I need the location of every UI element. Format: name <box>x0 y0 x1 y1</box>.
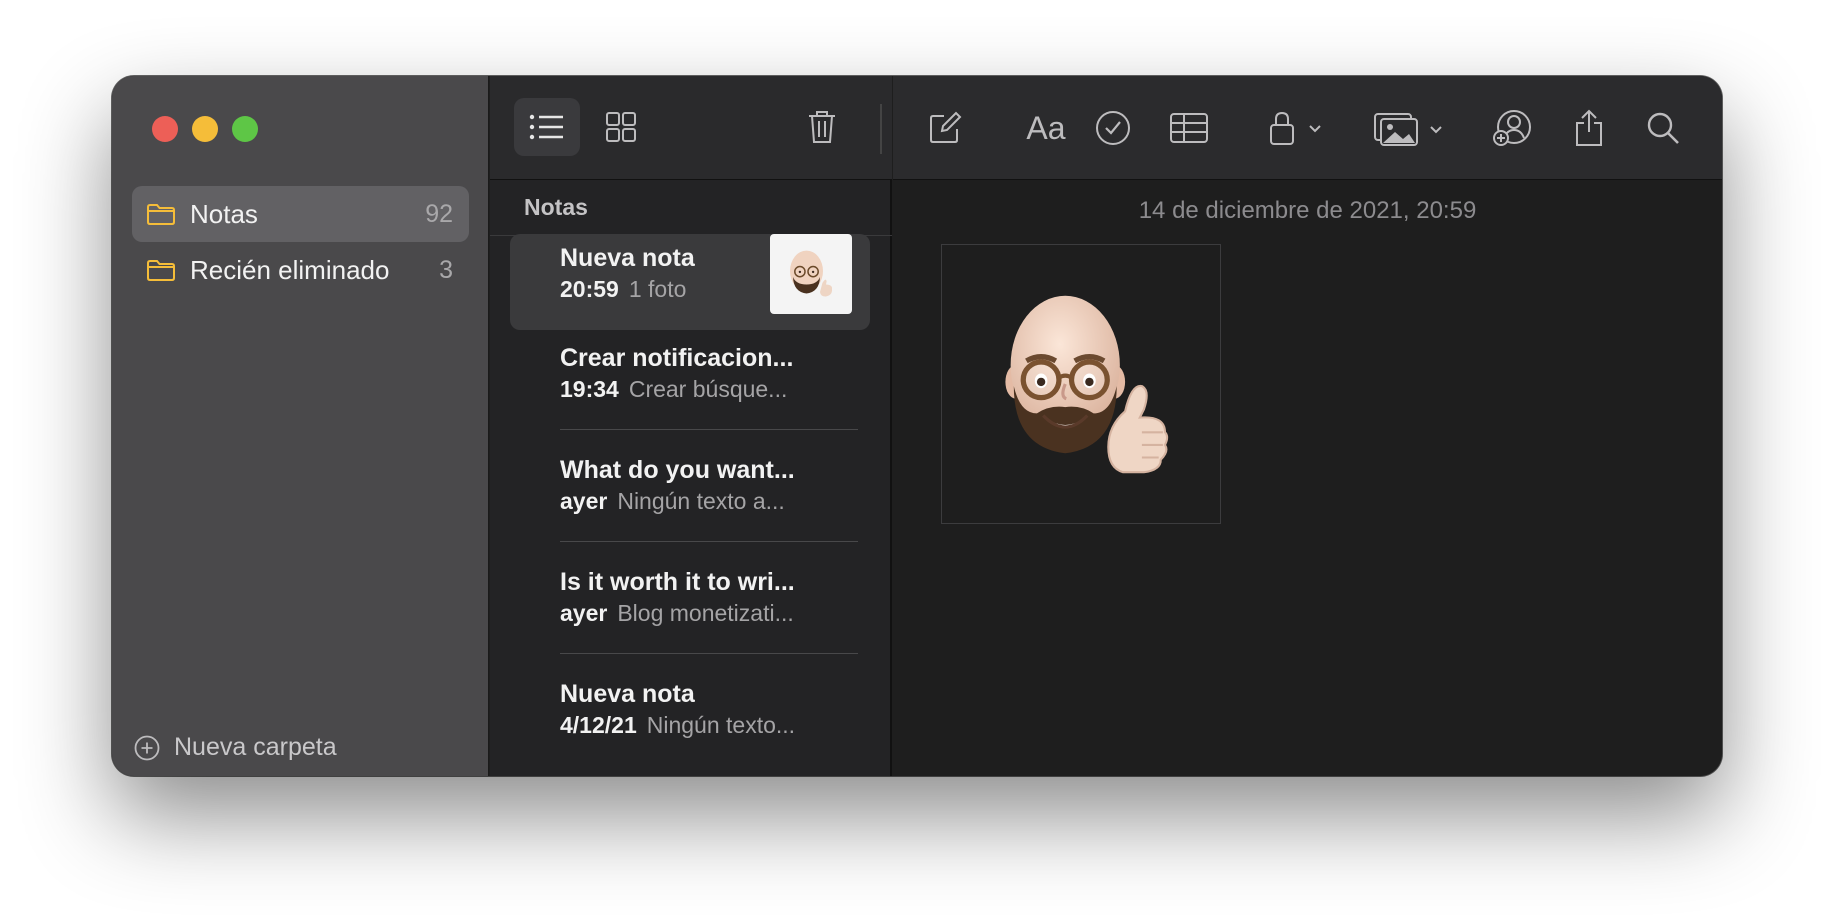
share-button[interactable] <box>1559 100 1619 156</box>
note-preview: Crear búsque... <box>628 376 788 402</box>
note-meta: 20:59 1 foto <box>560 276 686 303</box>
note-preview: Ningún texto a... <box>617 488 785 514</box>
search-icon <box>1647 112 1679 144</box>
folder-icon <box>147 204 175 225</box>
plus-circle-icon <box>134 735 160 760</box>
note-title: Nueva nota <box>560 244 695 272</box>
media-button[interactable] <box>1373 100 1453 156</box>
trash-icon <box>809 111 835 143</box>
note-meta: ayer Blog monetizati... <box>560 600 794 627</box>
note-title: Nueva nota <box>560 680 695 708</box>
memoji-image <box>1005 295 1169 474</box>
note-meta: 19:34 Crear búsque... <box>560 376 787 403</box>
note-time: ayer <box>560 488 608 514</box>
delete-button[interactable] <box>794 98 850 156</box>
note-item[interactable]: Nueva nota 20:59 1 foto <box>510 234 870 330</box>
note-time: 4/12/21 <box>560 712 637 738</box>
note-item[interactable]: Is it worth it to wri... ayer Blog moneti… <box>510 558 870 654</box>
editor-toolbar: Aa <box>893 76 1722 180</box>
folder-name: Notas <box>190 198 258 229</box>
sidebar: iCloud Notas 92 Recién eliminado 3 Nueva… <box>112 76 489 776</box>
media-icon <box>1374 113 1442 146</box>
note-preview: 1 foto <box>628 276 687 302</box>
gallery-view-icon <box>606 112 636 142</box>
folder-icon <box>147 260 175 281</box>
zoom-button[interactable] <box>232 116 258 142</box>
gallery-view-button[interactable] <box>588 98 654 156</box>
note-time: 19:34 <box>560 376 619 402</box>
note-date: 14 de diciembre de 2021, 20:59 <box>1138 197 1477 224</box>
note-time: ayer <box>560 600 608 626</box>
list-view-button[interactable] <box>514 98 580 156</box>
screen: iCloud Notas 92 Recién eliminado 3 Nueva… <box>0 0 1834 924</box>
note-item[interactable]: Crear notificacion... 19:34 Crear búsque.… <box>510 334 870 430</box>
window-controls <box>152 116 258 142</box>
note-image[interactable] <box>941 244 1221 524</box>
note-thumbnail <box>770 234 852 314</box>
note-list: Notas Nueva nota 20:59 1 foto Crear notif… <box>490 76 892 776</box>
search-button[interactable] <box>1633 100 1693 156</box>
note-title: What do you want... <box>560 456 795 484</box>
new-folder-button[interactable]: Nueva carpeta <box>134 733 337 762</box>
list-view-icon <box>529 114 563 140</box>
sidebar-item-recien-eliminado[interactable]: Recién eliminado 3 <box>132 242 469 298</box>
note-meta: ayer Ningún texto a... <box>560 488 785 515</box>
checklist-icon <box>1096 111 1130 145</box>
note-time: 20:59 <box>560 276 619 302</box>
note-title: Crear notificacion... <box>560 344 794 372</box>
close-button[interactable] <box>152 116 178 142</box>
note-meta: 4/12/21 Ningún texto... <box>560 712 795 739</box>
minimize-button[interactable] <box>192 116 218 142</box>
note-editor: Aa 14 de diciembre de 2021, 20:59 <box>893 76 1722 776</box>
folder-count: 92 <box>425 199 453 228</box>
compose-button[interactable] <box>917 100 973 156</box>
collaborate-icon <box>1493 110 1531 146</box>
note-preview: Ningún texto... <box>646 712 796 738</box>
new-folder-label: Nueva carpeta <box>174 733 337 761</box>
share-icon <box>1576 109 1602 146</box>
table-icon <box>1170 113 1208 143</box>
note-separator <box>560 653 858 654</box>
collaborate-button[interactable] <box>1483 100 1543 156</box>
note-separator <box>560 429 858 430</box>
folder-count: 3 <box>439 255 453 284</box>
list-header: Notas <box>490 180 892 236</box>
note-item[interactable]: Nueva nota 4/12/21 Ningún texto... <box>510 670 870 766</box>
memoji-thumbnail-image <box>790 250 833 297</box>
note-preview: Blog monetizati... <box>617 600 794 626</box>
sidebar-item-notas[interactable]: Notas 92 <box>132 186 469 242</box>
note-separator <box>560 541 858 542</box>
notes-window: iCloud Notas 92 Recién eliminado 3 Nueva… <box>112 76 1722 776</box>
note-title: Is it worth it to wri... <box>560 568 795 596</box>
folder-name: Recién eliminado <box>190 254 390 285</box>
format-button[interactable]: Aa <box>1011 100 1081 156</box>
lock-icon <box>1270 111 1321 145</box>
lock-button[interactable] <box>1263 100 1333 156</box>
checklist-button[interactable] <box>1083 100 1143 156</box>
toolbar-divider <box>880 104 882 154</box>
note-item[interactable]: What do you want... ayer Ningún texto a..… <box>510 446 870 542</box>
table-button[interactable] <box>1157 100 1221 156</box>
compose-icon <box>930 111 962 143</box>
list-toolbar <box>490 76 892 180</box>
